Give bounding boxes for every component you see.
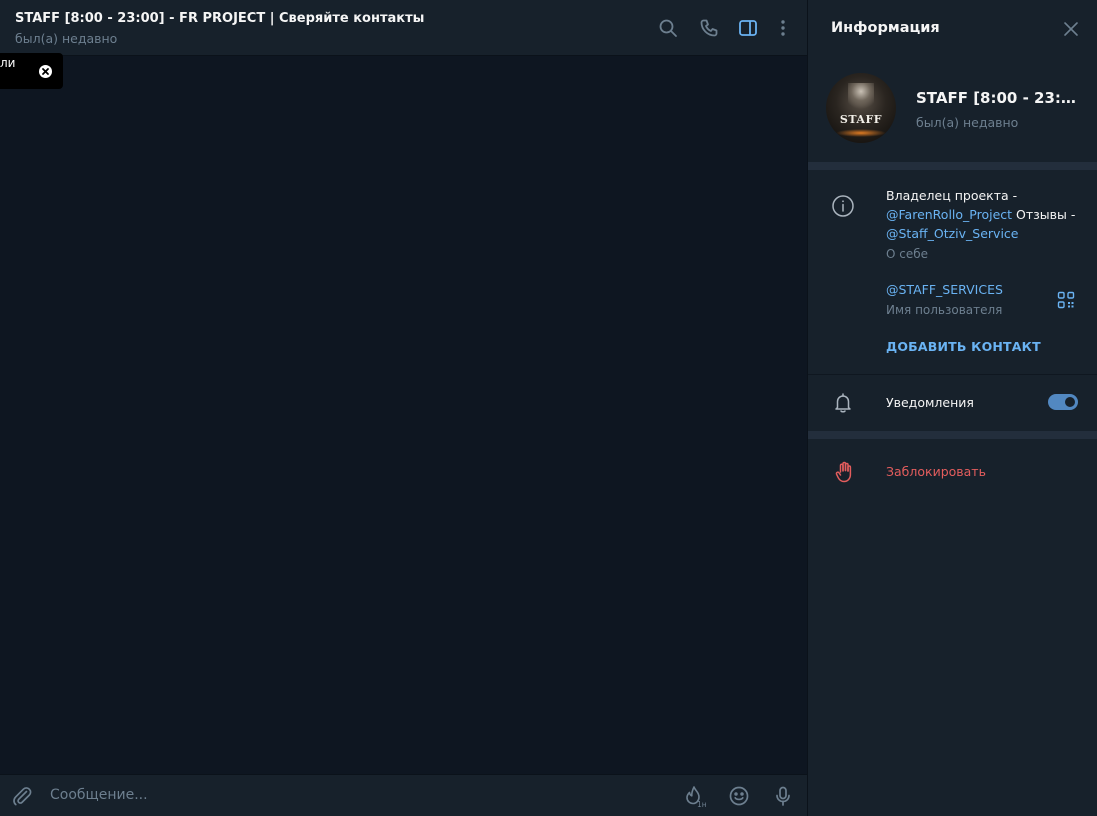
info-panel-title: Информация (831, 20, 940, 36)
info-icon (831, 194, 855, 218)
bio-link-owner[interactable]: @FarenRollo_Project (886, 207, 1012, 222)
close-panel-icon[interactable] (1061, 19, 1081, 39)
microphone-icon[interactable] (771, 784, 795, 808)
attach-icon[interactable] (10, 784, 34, 808)
message-composer: 1н (0, 774, 807, 816)
block-user-button[interactable]: Заблокировать (886, 464, 986, 479)
username-link[interactable]: @STAFF_SERVICES (886, 282, 1003, 297)
more-vertical-icon[interactable] (771, 16, 795, 40)
chat-area: STAFF [8:00 - 23:00] - FR PROJECT | Свер… (0, 0, 807, 816)
tooltip-toast: ли (0, 53, 63, 89)
section-divider (808, 374, 1097, 375)
message-list[interactable] (0, 56, 807, 774)
bell-icon (831, 391, 855, 415)
bio-text: Владелец проекта - @FarenRollo_Project О… (886, 186, 1086, 243)
info-panel: Информация STAFF STAFF [8:00 - 23:00] ..… (808, 0, 1097, 816)
avatar-glow (836, 129, 886, 137)
avatar[interactable]: STAFF (826, 73, 896, 143)
chat-header[interactable]: STAFF [8:00 - 23:00] - FR PROJECT | Свер… (0, 0, 807, 56)
section-separator (808, 162, 1097, 170)
emoji-icon[interactable] (727, 784, 751, 808)
notifications-toggle[interactable] (1048, 394, 1078, 410)
bio-part-1: Владелец проекта - (886, 188, 1018, 203)
chat-title[interactable]: STAFF [8:00 - 23:00] - FR PROJECT | Свер… (15, 11, 424, 26)
close-icon[interactable] (39, 65, 52, 78)
bio-link-reviews[interactable]: @Staff_Otziv_Service (886, 226, 1018, 241)
avatar-logo-text: STAFF (839, 113, 883, 126)
bio-label: О себе (886, 247, 929, 261)
toast-text: ли (0, 56, 16, 70)
self-destruct-timer-icon[interactable]: 1н (682, 784, 706, 808)
notifications-label: Уведомления (886, 395, 974, 410)
bio-part-2: Отзывы - (1012, 207, 1076, 222)
timer-label: 1н (697, 800, 706, 808)
section-separator (808, 431, 1097, 439)
message-input[interactable] (50, 787, 650, 803)
toggle-knob (1063, 395, 1077, 409)
profile-name: STAFF [8:00 - 23:00] ... (916, 89, 1086, 107)
chat-status: был(а) недавно (15, 31, 118, 46)
qr-code-icon[interactable] (1057, 291, 1075, 309)
phone-icon[interactable] (697, 16, 721, 40)
hand-stop-icon (832, 460, 856, 484)
add-contact-button[interactable]: ДОБАВИТЬ КОНТАКТ (886, 339, 1041, 354)
avatar-figure (848, 83, 874, 111)
username-label: Имя пользователя (886, 303, 1003, 317)
search-icon[interactable] (656, 16, 680, 40)
sidebar-toggle-icon[interactable] (736, 16, 760, 40)
profile-status: был(а) недавно (916, 115, 1019, 130)
